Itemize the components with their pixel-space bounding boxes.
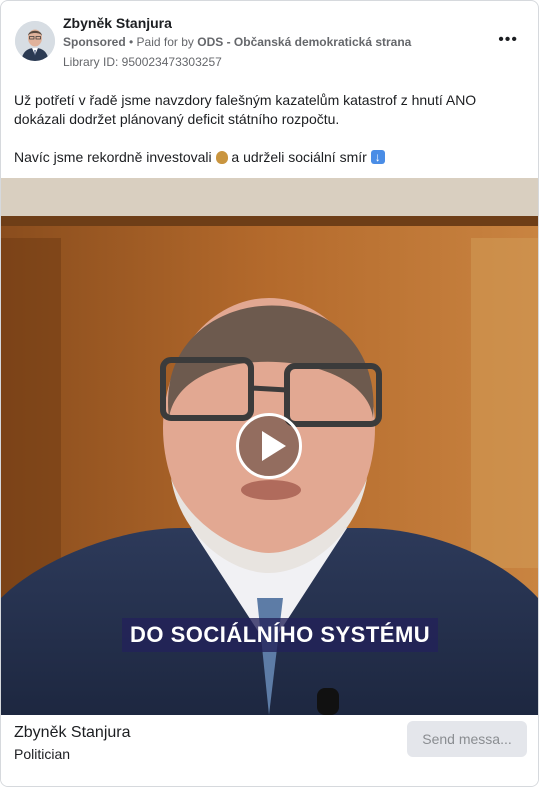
ad-footer: Zbyněk Stanjura Politician Send messa... xyxy=(1,715,538,786)
down-arrow-icon xyxy=(370,148,385,167)
play-icon[interactable] xyxy=(236,413,302,479)
sponsored-meta: Sponsored • Paid for by ODS - Občanská d… xyxy=(63,35,411,49)
post-text-paragraph-2: Navíc jsme rekordně investovali a udržel… xyxy=(14,148,524,167)
paid-by-link[interactable]: ODS - Občanská demokratická strana xyxy=(197,35,411,49)
post-text: Už potřetí v řadě jsme navzdory falešným… xyxy=(14,91,524,167)
sponsored-label: Sponsored xyxy=(63,35,126,49)
post-text-part-1: Navíc jsme rekordně investovali xyxy=(14,149,216,165)
post-text-part-2: a udrželi sociální smír xyxy=(227,149,367,165)
author-name[interactable]: Zbyněk Stanjura xyxy=(63,15,172,31)
post-header: Zbyněk Stanjura Sponsored • Paid for by … xyxy=(13,13,526,69)
paid-for-prefix: • Paid for by xyxy=(125,35,198,49)
footer-page-name[interactable]: Zbyněk Stanjura xyxy=(14,724,131,742)
ad-card: Zbyněk Stanjura Sponsored • Paid for by … xyxy=(0,0,539,787)
avatar[interactable] xyxy=(15,21,55,61)
video-player[interactable]: DO SOCIÁLNÍHO SYSTÉMU xyxy=(1,178,538,715)
money-bag-icon xyxy=(215,151,228,164)
footer-category: Politician xyxy=(14,746,71,762)
video-caption: DO SOCIÁLNÍHO SYSTÉMU xyxy=(122,618,439,652)
post-text-paragraph-1: Už potřetí v řadě jsme navzdory falešným… xyxy=(14,92,477,127)
library-id: Library ID: 950023473303257 xyxy=(63,55,222,69)
more-options-icon[interactable]: ••• xyxy=(498,31,518,49)
send-message-button[interactable]: Send messa... xyxy=(407,721,527,757)
